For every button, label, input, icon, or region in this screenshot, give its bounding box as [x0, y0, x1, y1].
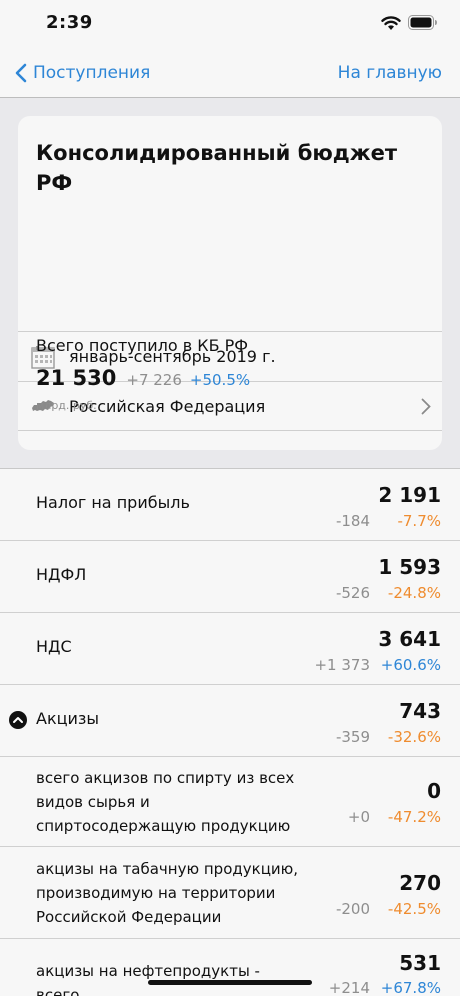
budget-title: Консолидированный бюджет РФ [36, 141, 398, 195]
back-button-label: Поступления [33, 63, 151, 83]
navigation-bar: Поступления На главную [0, 50, 460, 98]
back-chevron-icon [15, 63, 27, 83]
tax-change-percent: +67.8% [380, 979, 441, 996]
total-line: 21 530 +7 226 +50.5% [36, 366, 250, 390]
tax-value: 531 [399, 951, 441, 975]
tax-name: НДС [36, 637, 72, 656]
tax-change-percent: +60.6% [380, 656, 441, 674]
tax-subrow-tobacco[interactable]: акцизы на табачную продукцию, производим… [0, 847, 460, 939]
tax-change-absolute: -184 [335, 512, 370, 530]
status-bar: 2:39 [0, 0, 460, 50]
tax-change-absolute: +0 [347, 808, 370, 826]
tax-row-excise[interactable]: Акцизы 743 -359 -32.6% [0, 685, 460, 757]
wifi-icon [381, 16, 401, 30]
tax-change-percent: -7.7% [397, 512, 441, 530]
total-unit: млрд. руб. [36, 399, 97, 412]
home-indicator [148, 980, 312, 985]
tax-row-ndfl[interactable]: НДФЛ 1 593 -526 -24.8% [0, 541, 460, 613]
tax-change-percent: -42.5% [387, 900, 441, 918]
tax-subrow-alcohol[interactable]: всего акцизов по спирту из всех видов сы… [0, 757, 460, 847]
tax-change-absolute: +214 [328, 979, 370, 996]
tax-change-percent: -24.8% [387, 584, 441, 602]
tax-row-profit[interactable]: Налог на прибыль 2 191 -184 -7.7% [0, 469, 460, 541]
tax-subrow-oil[interactable]: акцизы на нефтепродукты - всего 531 +214… [0, 939, 460, 996]
tax-change-absolute: -359 [335, 728, 370, 746]
collapse-chevron-icon[interactable] [9, 711, 27, 729]
tax-value: 743 [399, 699, 441, 723]
total-change-absolute: +7 226 [126, 371, 182, 389]
tax-name: Налог на прибыль [36, 493, 190, 512]
tax-change-percent: -32.6% [387, 728, 441, 746]
tax-name: НДФЛ [36, 565, 87, 584]
tax-value: 2 191 [378, 483, 441, 507]
total-change-percent: +50.5% [189, 371, 251, 389]
tax-change-absolute: -526 [335, 584, 370, 602]
back-button[interactable]: Поступления [14, 58, 150, 88]
tax-change-absolute: +1 373 [314, 656, 370, 674]
tax-value: 3 641 [378, 627, 441, 651]
tax-value: 0 [427, 779, 441, 803]
tax-change-percent: -47.2% [387, 808, 441, 826]
tax-name: всего акцизов по спирту из всех видов сы… [36, 769, 295, 835]
total-block: Всего поступило в КБ РФ 21 530 +7 226 +5… [18, 316, 442, 436]
total-label: Всего поступило в КБ РФ [36, 336, 249, 355]
tax-list: Налог на прибыль 2 191 -184 -7.7% НДФЛ 1… [0, 468, 460, 996]
tax-change-absolute: -200 [335, 900, 370, 918]
tax-value: 270 [399, 871, 441, 895]
tax-value: 1 593 [378, 555, 441, 579]
status-time: 2:39 [46, 12, 93, 33]
tax-name: акцизы на табачную продукцию, производим… [36, 860, 299, 926]
tax-row-vat[interactable]: НДС 3 641 +1 373 +60.6% [0, 613, 460, 685]
home-button[interactable]: На главную [338, 58, 442, 88]
tax-name: акцизы на нефтепродукты - всего [36, 962, 260, 996]
tax-name: Акцизы [36, 709, 100, 728]
total-value: 21 530 [36, 366, 117, 390]
battery-icon [408, 15, 437, 30]
